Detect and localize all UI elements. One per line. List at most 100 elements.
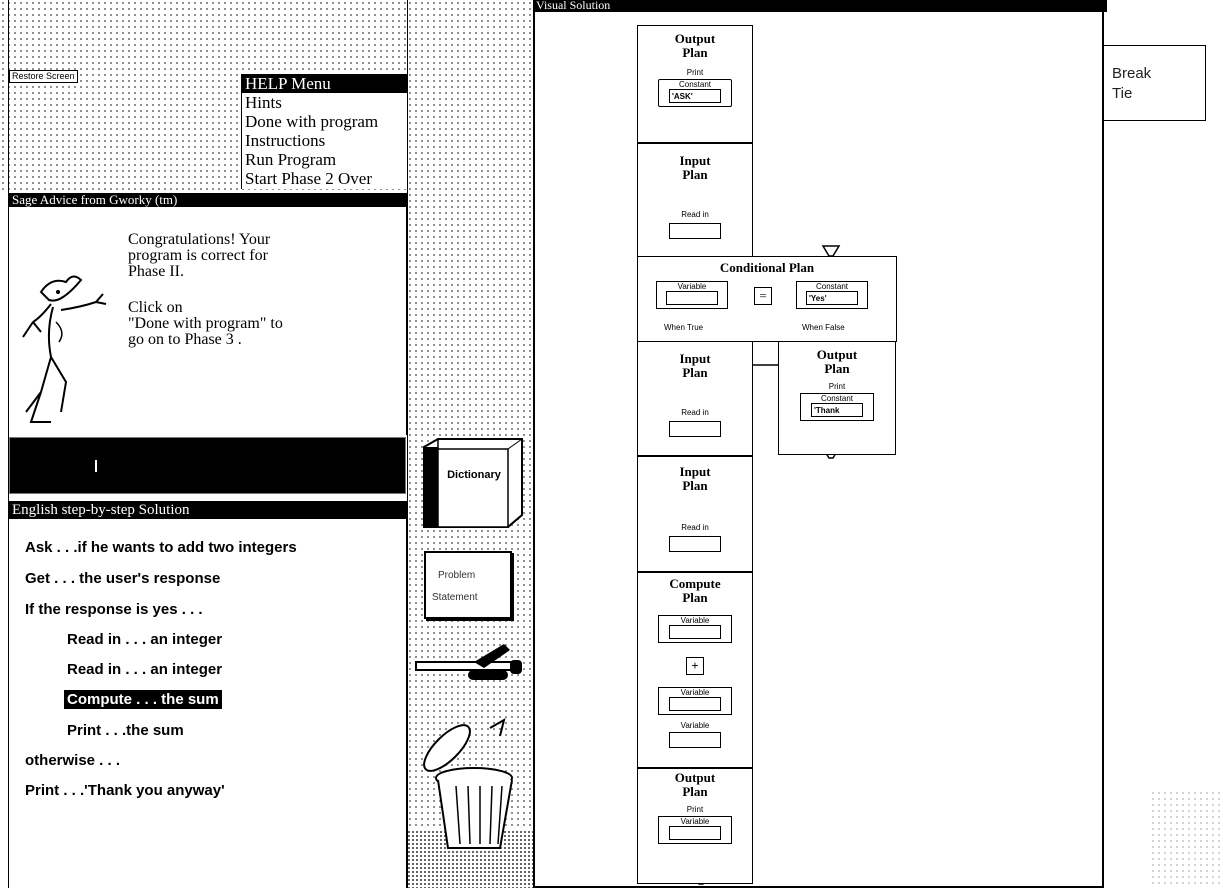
step-read-in-1[interactable]: Read in . . . an integer (67, 631, 222, 648)
input-plan-2-title1: Input (679, 351, 711, 366)
dictionary-button[interactable]: Dictionary (420, 437, 524, 533)
advice-line-6: go on to Phase 3 . (128, 331, 242, 348)
problem-label-line2: Statement (432, 592, 478, 603)
book-icon (423, 438, 523, 528)
advice-line-5: "Done with program" to (128, 315, 283, 332)
message-area (9, 437, 406, 494)
restore-screen-button[interactable]: Restore Screen (9, 70, 78, 83)
step-read-in-2[interactable]: Read in . . . an integer (67, 661, 222, 678)
bottom-right-dots (1150, 790, 1220, 888)
output-plan-3-title2: Plan (682, 784, 708, 799)
when-true-label: When True (664, 323, 704, 332)
output-plan-2-print-label: Print (828, 382, 846, 391)
output-plan-2-slot[interactable]: Constant 'Thank (800, 393, 874, 421)
input-plan-2-variable-box[interactable] (669, 421, 721, 437)
output-plan-1-slot[interactable]: Constant 'ASK' (658, 79, 732, 107)
conditional-right-value: 'Yes' (806, 291, 858, 305)
english-panel: Ask . . .if he wants to add two integers… (9, 519, 407, 888)
trash-can-icon[interactable] (412, 708, 522, 858)
text-cursor (95, 460, 97, 472)
input-plan-2[interactable]: Input Plan Read in (637, 341, 753, 456)
output-plan-3-slot-label: Variable (680, 817, 710, 826)
tool-column-left-border (407, 0, 408, 888)
step-otherwise[interactable]: otherwise . . . (25, 752, 120, 769)
advice-line-2: program is correct for (128, 247, 268, 264)
input-plan-1-read-label: Read in (681, 210, 709, 219)
gworky-character (22, 275, 107, 423)
compute-plan-title1: Compute (669, 576, 721, 591)
output-plan-2-value: 'Thank (811, 403, 863, 417)
advice-line-4: Click on (128, 299, 183, 316)
input-plan-1[interactable]: Input Plan Read in (637, 143, 753, 257)
problem-label-line1: Problem (438, 570, 476, 581)
menu-item-done-with-program[interactable]: Done with program (242, 112, 409, 131)
conditional-left-value (666, 291, 718, 305)
output-plan-3[interactable]: Output Plan Print Variable (637, 768, 753, 884)
output-plan-3-print-label: Print (686, 805, 704, 814)
input-plan-3-title2: Plan (682, 478, 708, 493)
compute-plan-title2: Plan (682, 590, 708, 605)
conditional-left-slot-label: Variable (677, 282, 707, 291)
input-plan-3-variable-box[interactable] (669, 536, 721, 552)
step-print-sum[interactable]: Print . . .the sum (67, 722, 184, 739)
compute-slot-2-value (669, 697, 721, 711)
output-plan-1[interactable]: Output Plan Print Constant 'ASK' (637, 25, 753, 143)
output-plan-2-title2: Plan (824, 361, 850, 376)
output-plan-1-value: 'ASK' (669, 89, 721, 103)
conditional-right-slot[interactable]: Constant 'Yes' (796, 281, 868, 309)
input-plan-1-title1: Input (679, 153, 711, 168)
conditional-right-slot-label: Constant (815, 282, 849, 291)
conditional-plan[interactable]: Conditional Plan Variable = Constant 'Ye… (637, 256, 897, 342)
compute-slot-1[interactable]: Variable (658, 615, 732, 643)
input-plan-2-title2: Plan (682, 365, 708, 380)
step-if[interactable]: If the response is yes . . . (25, 601, 203, 618)
menu-item-start-phase-2-over[interactable]: Start Phase 2 Over (242, 169, 409, 188)
output-plan-3-title1: Output (674, 770, 716, 785)
conditional-left-slot[interactable]: Variable (656, 281, 728, 309)
dictionary-label: Dictionary (447, 469, 501, 481)
help-menu: HELP Menu Hints Done with program Instru… (241, 74, 409, 189)
output-plan-1-title2: Plan (682, 45, 708, 60)
compute-result-label: Variable (680, 721, 710, 730)
problem-statement-button[interactable]: Problem Statement (424, 551, 512, 619)
advice-text: Congratulations! Your program is correct… (128, 232, 283, 348)
output-plan-1-slot-label: Constant (678, 80, 712, 89)
output-plan-1-print-label: Print (686, 68, 704, 77)
advice-panel: Congratulations! Your program is correct… (9, 207, 407, 435)
help-menu-title: HELP Menu (242, 74, 409, 93)
stapler-icon[interactable] (414, 640, 524, 690)
step-print-thank[interactable]: Print . . .'Thank you anyway' (25, 782, 225, 799)
step-ask[interactable]: Ask . . .if he wants to add two integers (25, 539, 297, 556)
break-tie-line2: Tie (1112, 85, 1133, 102)
step-get[interactable]: Get . . . the user's response (25, 570, 220, 587)
compute-slot-1-label: Variable (680, 616, 710, 625)
advice-line-3: Phase II. (128, 263, 184, 280)
input-plan-3-read-label: Read in (681, 523, 709, 532)
compute-operator[interactable]: + (686, 657, 704, 675)
advice-line-1: Congratulations! Your (128, 231, 271, 248)
step-compute-selected[interactable]: Compute . . . the sum (64, 690, 222, 709)
break-tie-button[interactable]: Break Tie (1103, 45, 1206, 121)
when-false-label: When False (802, 323, 845, 332)
output-plan-3-slot[interactable]: Variable (658, 816, 732, 844)
compute-slot-2[interactable]: Variable (658, 687, 732, 715)
compute-slot-1-value (669, 625, 721, 639)
compute-plan[interactable]: Compute Plan Variable + Variable Variabl… (637, 572, 753, 768)
output-plan-3-value (669, 826, 721, 840)
output-plan-1-title1: Output (674, 31, 716, 46)
input-plan-3[interactable]: Input Plan Read in (637, 456, 753, 572)
menu-item-hints[interactable]: Hints (242, 93, 409, 112)
output-plan-2[interactable]: Output Plan Print Constant 'Thank (778, 341, 896, 455)
input-plan-1-variable-box[interactable] (669, 223, 721, 239)
menu-item-run-program[interactable]: Run Program (242, 150, 409, 169)
menu-item-instructions[interactable]: Instructions (242, 131, 409, 150)
input-plan-3-title1: Input (679, 464, 711, 479)
restore-screen-label: Restore Screen (12, 71, 75, 81)
compute-result-box[interactable] (669, 732, 721, 748)
break-tie-line1: Break (1112, 65, 1152, 82)
conditional-plan-title: Conditional Plan (719, 260, 815, 275)
conditional-operator[interactable]: = (754, 287, 772, 305)
output-plan-2-title1: Output (816, 347, 858, 362)
advice-title-bar: Sage Advice from Gworky (tm) (9, 193, 408, 207)
input-plan-2-read-label: Read in (681, 408, 709, 417)
